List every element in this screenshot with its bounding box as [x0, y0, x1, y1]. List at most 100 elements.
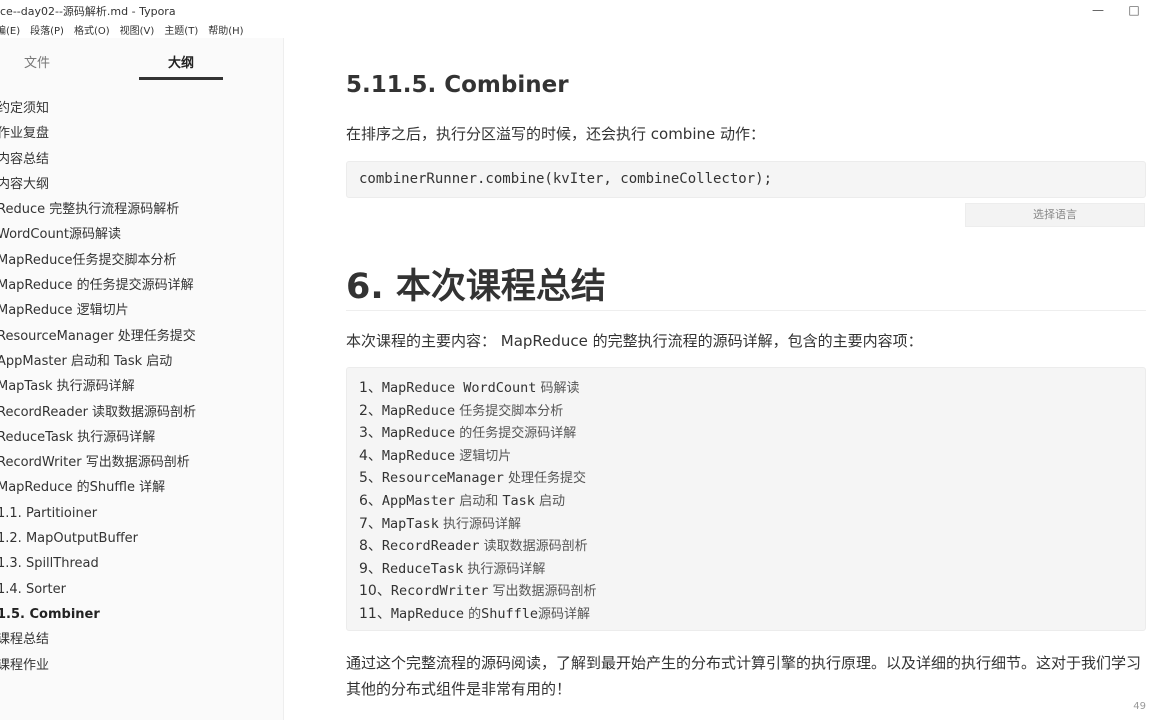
- code-token-num: 1、: [359, 380, 382, 396]
- code-token-code: MapTask: [381, 515, 439, 532]
- code-token-num: 6、: [359, 492, 382, 509]
- menu-item[interactable]: 视图(V): [120, 22, 155, 37]
- outline-item[interactable]: ResourceManager 处理任务提交: [0, 324, 284, 349]
- code-list-line: 6、AppMaster 启动和 Task 启动: [359, 490, 597, 513]
- outline-item-label: 1.2. MapOutputBuffer: [0, 531, 138, 547]
- outline-item-label: RecordReader 读取数据源码剖析: [0, 404, 197, 420]
- outline-item[interactable]: 课程作业: [0, 653, 284, 678]
- page-number: 49: [1133, 701, 1146, 712]
- outline-item[interactable]: MapTask 执行源码详解: [0, 374, 284, 399]
- outline-item[interactable]: 1.1. Partitioiner: [0, 501, 284, 526]
- outline-item-label: 1.5. Combiner: [0, 606, 100, 622]
- outline-item-label: RecordWriter 写出数据源码剖析: [0, 455, 190, 471]
- code-list-line: 4、MapReduce 逻辑切片: [359, 445, 597, 468]
- outline-item[interactable]: Reduce 完整执行流程源码解析: [0, 197, 284, 222]
- menu-item[interactable]: 编(E): [0, 22, 20, 37]
- menu-item[interactable]: 主题(T): [164, 22, 198, 37]
- menu-bar: 编(E) 段落(P) 格式(O) 视图(V) 主题(T) 帮助(H): [0, 20, 1152, 38]
- paragraph-conclusion: 通过这个完整流程的源码阅读，了解到最开始产生的分布式计算引擎的执行原理。以及详细…: [346, 654, 1142, 698]
- code-token-cn: 任务提交脚本分析: [455, 403, 564, 419]
- outline-item[interactable]: MapReduce 逻辑切片: [0, 298, 284, 323]
- code-token-code: MapReduce: [381, 447, 456, 464]
- active-tab-indicator: [139, 77, 223, 80]
- maximize-button[interactable]: □: [1116, 0, 1152, 20]
- code-block-combiner[interactable]: combinerRunner.combine(kvIter, combineCo…: [346, 161, 1146, 198]
- code-token-num: 11、: [359, 605, 391, 622]
- code-token-cn: 启动和: [455, 493, 503, 509]
- outline-item[interactable]: MapReduce任务提交脚本分析: [0, 248, 284, 273]
- code-list-line: 9、ReduceTask 执行源码详解: [359, 558, 597, 581]
- code-list-line: 5、ResourceManager 处理任务提交: [359, 467, 597, 490]
- code-list-line: 1、MapReduce WordCount 码解读: [359, 377, 597, 400]
- menu-item[interactable]: 帮助(H): [208, 22, 243, 37]
- code-token-cn: 的任务提交源码详解: [455, 426, 577, 442]
- sidebar: 文件 大纲 约定须知作业复盘内容总结内容大纲 Reduce 完整执行流程源码解析 W…: [0, 38, 284, 720]
- outline-item[interactable]: 1.5. Combiner: [0, 602, 284, 627]
- editor-area: 5.11.5. Combiner 在排序之后，执行分区溢写的时候，还会执行 co…: [285, 38, 1152, 720]
- code-token-cn2: 启动: [534, 493, 565, 509]
- paragraph-summary-intro: 本次课程的主要内容： MapReduce 的完整执行流程的源码详解，包含的主要内…: [346, 332, 923, 350]
- outline-item-label: 课程作业: [0, 657, 50, 673]
- minimize-button[interactable]: —: [1080, 0, 1116, 20]
- outline-list: 约定须知作业复盘内容总结内容大纲 Reduce 完整执行流程源码解析 WordCou…: [0, 96, 284, 678]
- code-lines: 1、MapReduce WordCount 码解读 2、MapReduce 任务提…: [359, 377, 597, 626]
- outline-item[interactable]: 1.3. SpillThread: [0, 551, 284, 576]
- code-token-num: 3、: [359, 425, 382, 442]
- title-bar: ce--day02--源码解析.md - Typora — □: [0, 0, 1152, 20]
- outline-item-label: 作业复盘: [0, 126, 50, 142]
- code-token-cn: 码解读: [536, 381, 580, 396]
- outline-item[interactable]: 作业复盘: [0, 121, 284, 146]
- code-list-line: 8、RecordReader 读取数据源码剖析: [359, 535, 597, 558]
- tab-files[interactable]: 文件: [24, 52, 50, 71]
- sidebar-tabs: 文件 大纲: [0, 38, 284, 82]
- code-list-line: 2、MapReduce 任务提交脚本分析: [359, 400, 597, 423]
- outline-item-label: ReduceTask 执行源码详解: [0, 429, 156, 445]
- code-token-code2: Task: [502, 492, 535, 509]
- section-heading-combiner: 5.11.5. Combiner: [346, 72, 569, 98]
- paragraph-combine: 在排序之后，执行分区溢写的时候，还会执行 combine 动作：: [346, 125, 765, 143]
- outline-item[interactable]: WordCount源码解读: [0, 222, 284, 247]
- code-list-line: 7、MapTask 执行源码详解: [359, 513, 597, 536]
- outline-item-label: 约定须知: [0, 101, 50, 116]
- code-token-cn: 执行源码详解: [438, 516, 521, 532]
- outline-item[interactable]: MapReduce 的任务提交源码详解: [0, 273, 284, 298]
- code-token-cn: 处理任务提交: [503, 471, 586, 487]
- code-block-summary[interactable]: 1、MapReduce WordCount 码解读 2、MapReduce 任务提…: [346, 367, 1146, 631]
- outline-item-label: MapReduce任务提交脚本分析: [0, 252, 177, 268]
- outline-item[interactable]: AppMaster 启动和 Task 启动: [0, 349, 284, 374]
- code-token-num: 5、: [359, 470, 382, 487]
- outline-item[interactable]: 1.2. MapOutputBuffer: [0, 526, 284, 551]
- outline-item-label: 内容总结: [0, 151, 50, 167]
- code-token-code: ReduceTask: [381, 560, 464, 577]
- outline-item-label: 1.3. SpillThread: [0, 556, 99, 572]
- outline-item[interactable]: ReduceTask 执行源码详解: [0, 425, 284, 450]
- heading-divider: [346, 310, 1146, 311]
- outline-item[interactable]: 约定须知: [0, 96, 284, 121]
- code-token-num: 7、: [359, 515, 382, 532]
- menu-item[interactable]: 段落(P): [30, 22, 64, 37]
- outline-item-label: ResourceManager 处理任务提交: [0, 328, 196, 344]
- language-select[interactable]: 选择语言: [965, 203, 1145, 227]
- outline-item[interactable]: 内容大纲: [0, 172, 284, 197]
- outline-item-label: AppMaster 启动和 Task 启动: [0, 353, 173, 369]
- outline-item-label: WordCount源码解读: [0, 227, 122, 243]
- outline-item[interactable]: RecordWriter 写出数据源码剖析: [0, 450, 284, 475]
- outline-item-label: MapReduce 的Shuffle 详解: [0, 480, 166, 496]
- code-line: combinerRunner.combine(kvIter, combineCo…: [359, 171, 773, 187]
- outline-item[interactable]: 内容总结: [0, 147, 284, 172]
- outline-item-label: MapTask 执行源码详解: [0, 379, 135, 395]
- code-token-cn: 读取数据源码剖析: [479, 539, 588, 555]
- code-token-cn2: 源码详解: [538, 606, 591, 622]
- code-token-code: ResourceManager: [381, 470, 504, 487]
- code-token-code: RecordReader: [381, 538, 480, 555]
- window-controls: — □: [1080, 0, 1152, 20]
- outline-item[interactable]: MapReduce 的Shuffle 详解: [0, 475, 284, 500]
- menu-item[interactable]: 格式(O): [74, 22, 110, 37]
- code-list-line: 11、MapReduce 的Shuffle源码详解: [359, 603, 597, 626]
- outline-item[interactable]: 课程总结: [0, 627, 284, 652]
- code-token-num: 9、: [359, 560, 382, 577]
- outline-item[interactable]: 1.4. Sorter: [0, 577, 284, 602]
- tab-outline[interactable]: 大纲: [168, 52, 194, 71]
- outline-item[interactable]: RecordReader 读取数据源码剖析: [0, 400, 284, 425]
- code-token-code: AppMaster: [381, 492, 456, 509]
